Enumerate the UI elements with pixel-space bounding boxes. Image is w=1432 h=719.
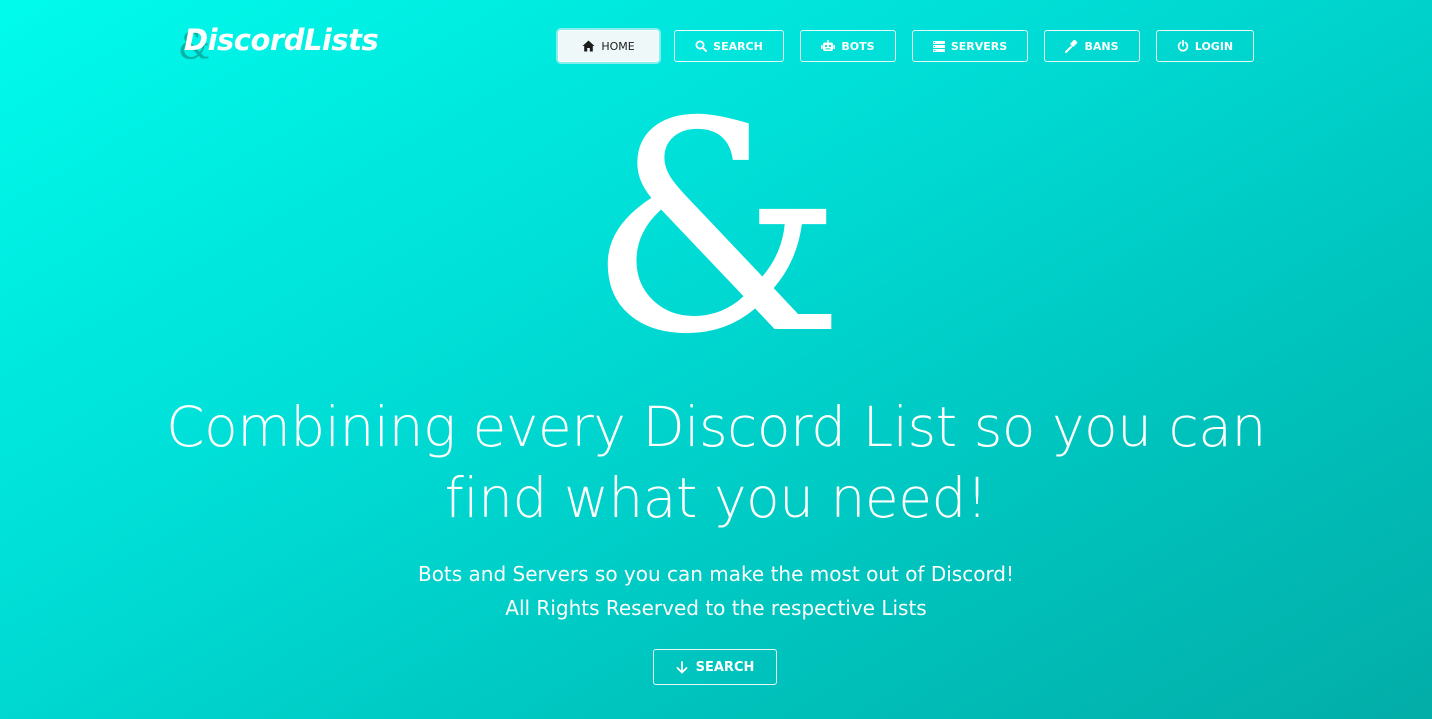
gavel-icon	[1065, 39, 1078, 53]
hero-subtitle-line-2: All Rights Reserved to the respective Li…	[505, 596, 927, 620]
robot-icon	[821, 40, 836, 51]
hero-ampersand-logo: &	[586, 61, 846, 398]
nav-search-button[interactable]: SEARCH	[674, 30, 784, 62]
hero-search-label: SEARCH	[695, 659, 755, 675]
logo-text: DiscordLists	[184, 23, 379, 57]
server-list-icon	[932, 40, 945, 52]
nav-login-button[interactable]: LOGIN	[1156, 30, 1254, 62]
hero-search-button[interactable]: SEARCH	[653, 649, 777, 685]
nav-search-label: SEARCH	[713, 39, 763, 53]
nav-bans-button[interactable]: BANS	[1044, 30, 1140, 62]
arrow-down-icon	[676, 660, 688, 673]
nav-bots-button[interactable]: BOTS	[800, 30, 896, 62]
nav-bans-label: BANS	[1084, 39, 1119, 53]
nav-servers-label: SERVERS	[950, 39, 1008, 53]
hero-headline-line-2: find what you need!	[444, 466, 988, 530]
hero-subtitle-line-1: Bots and Servers so you can make the mos…	[417, 562, 1015, 586]
nav-servers-button[interactable]: SERVERS	[912, 30, 1028, 62]
power-icon	[1177, 40, 1189, 52]
hero-headline: Combining every Discord List so you can …	[150, 392, 1282, 534]
search-icon	[695, 40, 708, 52]
nav-home-label: HOME	[601, 39, 635, 53]
nav-bots-label: BOTS	[841, 39, 875, 53]
home-icon	[582, 40, 595, 52]
nav-login-label: LOGIN	[1194, 39, 1234, 53]
site-logo[interactable]: & DiscordLists	[178, 18, 379, 68]
nav-home-button[interactable]: HOME	[558, 30, 659, 62]
hero-headline-line-1: Combining every Discord List so you can	[166, 395, 1266, 459]
